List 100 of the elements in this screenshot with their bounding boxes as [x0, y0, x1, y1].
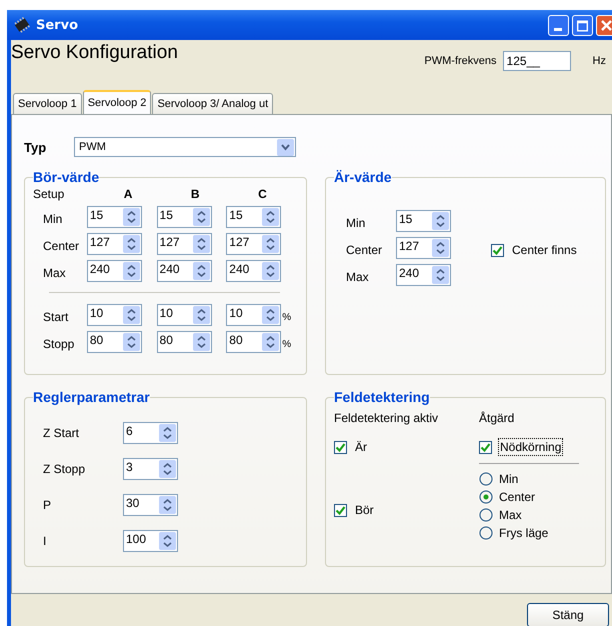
radio-label: Center: [499, 490, 536, 504]
number-spinner[interactable]: 80: [86, 330, 142, 352]
spin-arrows-icon: [262, 306, 280, 324]
row-label: Min: [346, 215, 366, 230]
row-label: Min: [42, 211, 64, 226]
window-title: Servo: [36, 18, 78, 32]
number-spinner[interactable]: 127: [156, 232, 212, 254]
row-label: Z Stopp: [43, 462, 86, 476]
number-spinner[interactable]: 10: [226, 304, 282, 326]
spin-arrows-icon: [159, 460, 176, 478]
setup-label: Setup: [33, 187, 66, 201]
number-spinner[interactable]: 30: [123, 494, 178, 516]
tab[interactable]: Servoloop 3/ Analog ut: [152, 93, 274, 114]
spin-arrows-icon: [159, 496, 176, 514]
checkbox[interactable]: [479, 440, 492, 454]
close-button[interactable]: [596, 14, 612, 36]
spin-arrows-icon: [122, 332, 140, 350]
number-spinner[interactable]: 240: [226, 260, 282, 282]
spin-arrows-icon: [262, 234, 280, 252]
number-spinner[interactable]: 127: [86, 232, 142, 254]
checkbox[interactable]: [334, 504, 347, 516]
row-label: I: [43, 534, 48, 548]
spin-arrows-icon: [122, 234, 140, 252]
radio-button[interactable]: [479, 472, 493, 486]
spin-arrows-icon: [432, 212, 449, 230]
number-spinner[interactable]: 6: [123, 422, 178, 444]
group-title: Reglerparametrar: [33, 389, 150, 405]
number-spinner[interactable]: 15: [226, 206, 282, 228]
maximize-icon: [577, 20, 588, 32]
row-label: Start: [42, 309, 70, 324]
radio-button[interactable]: [479, 526, 493, 540]
checkbox-label: Är: [354, 439, 368, 456]
spin-arrows-icon: [122, 208, 140, 226]
check-icon: [492, 244, 503, 256]
pwm-label: PWM-frekvens: [424, 55, 497, 67]
form-title: Servo Konfiguration: [11, 42, 178, 64]
number-spinner[interactable]: 127: [396, 236, 451, 258]
spin-arrows-icon: [192, 306, 210, 324]
number-spinner[interactable]: 240: [396, 264, 451, 286]
number-spinner[interactable]: 3: [123, 458, 178, 480]
row-label: Center: [42, 238, 80, 253]
radio-button[interactable]: [479, 490, 493, 504]
number-spinner[interactable]: 15: [86, 206, 142, 228]
spin-arrows-icon: [192, 234, 210, 252]
spin-arrows-icon: [192, 262, 210, 280]
percent-label: %: [282, 339, 292, 350]
pwm-field[interactable]: 125__: [502, 51, 571, 71]
radio-label: Max: [499, 508, 522, 522]
number-spinner[interactable]: 127: [226, 232, 282, 254]
number-spinner[interactable]: 240: [86, 260, 142, 282]
spin-arrows-icon: [122, 306, 140, 324]
spin-arrows-icon: [432, 238, 449, 256]
number-spinner[interactable]: 15: [156, 206, 212, 228]
minimize-button[interactable]: [548, 14, 569, 36]
checkbox[interactable]: [491, 244, 504, 256]
checkbox[interactable]: [334, 440, 347, 454]
spin-arrows-icon: [159, 424, 176, 442]
column-label: Åtgärd: [479, 411, 516, 425]
number-spinner[interactable]: 240: [156, 260, 212, 282]
radio-button[interactable]: [479, 508, 493, 522]
number-spinner[interactable]: 10: [86, 304, 142, 326]
type-dropdown[interactable]: PWM: [74, 137, 296, 157]
row-label: Center: [346, 242, 384, 257]
type-label: Typ: [24, 140, 48, 154]
spin-arrows-icon: [159, 532, 176, 550]
row-label: Z Start: [43, 426, 80, 440]
number-spinner[interactable]: 15: [396, 210, 451, 232]
check-icon: [480, 442, 491, 452]
spin-arrows-icon: [192, 208, 210, 226]
column-header: B: [190, 187, 201, 201]
row-label: Max: [346, 269, 370, 284]
checkbox-label: Nödkörning: [498, 438, 564, 456]
close-dialog-button[interactable]: Stäng: [527, 603, 609, 626]
check-icon: [335, 504, 346, 516]
radio-label: Min: [499, 472, 518, 486]
checkbox-label: Bör: [354, 502, 375, 519]
group-title: Är-värde: [334, 169, 392, 185]
close-icon: [601, 20, 612, 30]
group-title: Bör-värde: [33, 169, 100, 185]
unit-label: Hz: [592, 55, 606, 67]
number-spinner[interactable]: 100: [123, 530, 178, 552]
row-label: P: [43, 498, 52, 512]
tab[interactable]: Servoloop 2: [82, 90, 152, 114]
number-spinner[interactable]: 80: [226, 330, 282, 352]
row-label: Stopp: [42, 336, 76, 351]
check-icon: [335, 442, 346, 452]
column-header: A: [122, 187, 134, 201]
column-label: Feldetektering aktiv: [334, 411, 440, 425]
spin-arrows-icon: [192, 332, 210, 350]
minimize-icon: [554, 28, 562, 30]
maximize-button[interactable]: [572, 14, 593, 36]
column-header: C: [257, 187, 268, 201]
spin-arrows-icon: [122, 262, 140, 280]
number-spinner[interactable]: 80: [156, 330, 212, 352]
spin-arrows-icon: [262, 332, 280, 350]
percent-label: %: [282, 312, 292, 323]
spin-arrows-icon: [262, 262, 280, 280]
tab[interactable]: Servoloop 1: [13, 93, 82, 114]
number-spinner[interactable]: 10: [156, 304, 212, 326]
group-title: Feldetektering: [334, 389, 430, 405]
